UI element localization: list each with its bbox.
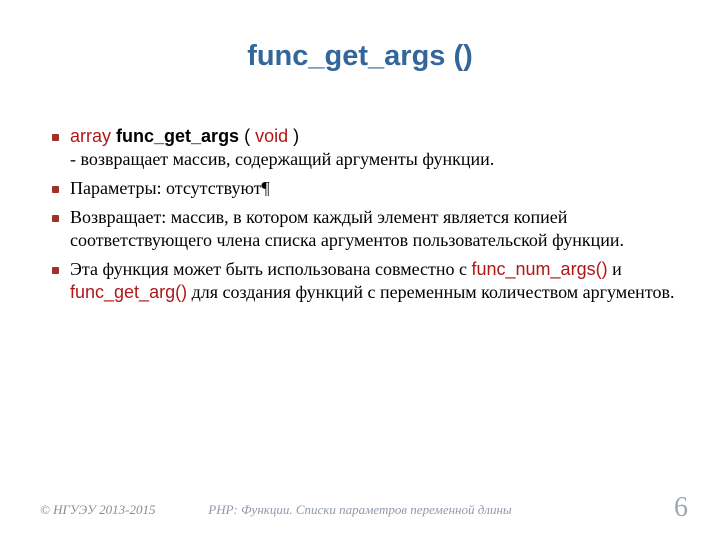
content-area: array func_get_args ( void ) - возвращае… (48, 125, 678, 310)
function-signature: array func_get_args ( void ) (70, 126, 299, 146)
bullet-returns: Возвращает: массив, в котором каждый эле… (48, 206, 678, 252)
bullet-4-post: для создания функций с переменным количе… (187, 282, 674, 302)
bullet-signature: array func_get_args ( void ) - возвращае… (48, 125, 678, 171)
bullet-1-desc: - возвращает массив, содержащий аргумент… (70, 149, 494, 169)
param-void: void (255, 126, 288, 146)
footer-course-title: PHP: Функции. Списки параметров переменн… (0, 502, 720, 518)
paren-close: ) (288, 126, 299, 146)
paren-open: ( (244, 126, 255, 146)
slide: func_get_args () array func_get_args ( v… (0, 0, 720, 540)
bullet-4-pre: Эта функция может быть использована совм… (70, 259, 472, 279)
func-name: func_get_args (116, 126, 239, 146)
func-get-arg-ref: func_get_arg() (70, 282, 187, 302)
bullet-params: Параметры: отсутствуют¶ (48, 177, 678, 200)
bullet-list: array func_get_args ( void ) - возвращае… (48, 125, 678, 304)
footer: © НГУЭУ 2013-2015 PHP: Функции. Списки п… (0, 488, 720, 518)
bullet-4-mid: и (608, 259, 622, 279)
func-num-args-ref: func_num_args() (472, 259, 608, 279)
return-type: array (70, 126, 111, 146)
slide-title: func_get_args () (0, 40, 720, 73)
bullet-usage: Эта функция может быть использована совм… (48, 258, 678, 304)
page-number: 6 (674, 492, 688, 524)
